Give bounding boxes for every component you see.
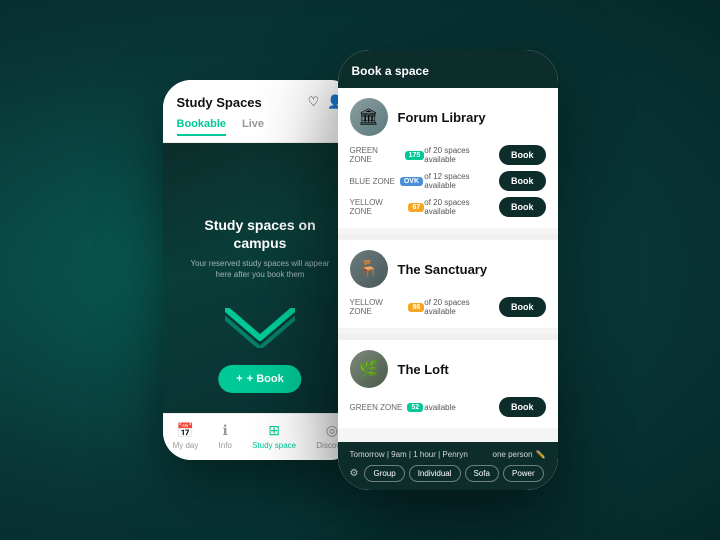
nav-my-day-label: My day [173,441,199,450]
spaces-list: 🏛 Forum Library GREEN ZONE 175 of 20 spa… [338,88,558,442]
zone-info: BLUE ZONE OVK [350,177,425,186]
booking-person: one person ✏️ [493,450,546,459]
forum-book-btn-1[interactable]: Book [499,145,546,165]
grid-icon: ⊞ [268,422,280,439]
filter-individual[interactable]: Individual [409,465,461,482]
loft-thumb: 🌿 [350,350,388,388]
front-header-title: Book a space [352,64,429,78]
heart-icon[interactable]: ♡ [308,94,320,110]
zone-label: GREEN ZONE [350,146,400,164]
hero-subtitle: Your reserved study spaces will appear h… [183,258,338,280]
space-card-sanctuary: 🪑 The Sanctuary YELLOW ZONE 96 of 20 spa… [338,240,558,328]
loft-zones: GREEN ZONE 52 available Book [338,394,558,428]
booking-person-label: one person [493,450,533,459]
zone-label: YELLOW ZONE [350,298,404,316]
space-card-loft: 🌿 The Loft GREEN ZONE 52 available Book [338,340,558,428]
loft-name: The Loft [398,362,449,377]
space-card-forum: 🏛 Forum Library GREEN ZONE 175 of 20 spa… [338,88,558,228]
chevron-icon [225,308,295,353]
zone-row: BLUE ZONE OVK of 12 spaces available Boo… [350,168,546,194]
forum-name: Forum Library [398,110,486,125]
forum-header: 🏛 Forum Library [338,88,558,142]
zone-row: GREEN ZONE 52 available Book [350,394,546,420]
booking-time: Tomorrow | 9am | 1 hour | Penryn [350,450,468,459]
zone-badge-green: 52 [407,403,423,412]
forum-book-btn-2[interactable]: Book [499,171,546,191]
sliders-icon: ⚙ [350,468,359,479]
forum-zones: GREEN ZONE 175 of 20 spaces available Bo… [338,142,558,228]
loft-header: 🌿 The Loft [338,340,558,394]
front-header: Book a space [338,50,558,88]
zone-info: YELLOW ZONE 67 [350,198,425,216]
zone-badge-yellow: 67 [408,203,424,212]
zone-row: YELLOW ZONE 67 of 20 spaces available Bo… [350,194,546,220]
zone-spaces: of 20 spaces available [424,146,499,164]
zone-row: GREEN ZONE 175 of 20 spaces available Bo… [350,142,546,168]
filter-tags: ⚙ Group Individual Sofa Power [350,465,546,482]
tab-bookable[interactable]: Bookable [177,118,227,136]
plus-icon: + [236,373,242,385]
phone-front: Book a space 🏛 Forum Library GREEN ZONE [338,50,558,490]
zone-spaces: available [424,403,499,412]
back-book-button[interactable]: + + Book [218,365,301,393]
zone-label: BLUE ZONE [350,177,395,186]
forum-book-btn-3[interactable]: Book [499,197,546,217]
zone-spaces: of 20 spaces available [424,198,499,216]
zone-label: GREEN ZONE [350,403,403,412]
nav-info[interactable]: ℹ Info [219,422,232,450]
calendar-icon: 📅 [177,422,194,439]
nav-study-space[interactable]: ⊞ Study space [252,422,296,450]
sanctuary-thumb: 🪑 [350,250,388,288]
back-tabs: Bookable Live [163,118,358,143]
filter-power[interactable]: Power [503,465,544,482]
zone-spaces: of 20 spaces available [424,298,499,316]
nav-study-label: Study space [252,441,296,450]
hero-title: Study spaces on campus [183,216,338,252]
filter-sofa[interactable]: Sofa [465,465,499,482]
back-book-label: + Book [247,373,284,385]
forum-thumb: 🏛 [350,98,388,136]
front-bottom-bar: Tomorrow | 9am | 1 hour | Penryn one per… [338,442,558,490]
back-bottom-nav: 📅 My day ℹ Info ⊞ Study space ◎ Discover [163,413,358,460]
zone-row: YELLOW ZONE 96 of 20 spaces available Bo… [350,294,546,320]
sanctuary-zones: YELLOW ZONE 96 of 20 spaces available Bo… [338,294,558,328]
edit-icon[interactable]: ✏️ [536,450,546,459]
zone-spaces: of 12 spaces available [424,172,499,190]
phone-back: Study Spaces ♡ 👤 Bookable Live Study spa… [163,80,358,460]
back-main-content: Study spaces on campus Your reserved stu… [163,143,358,413]
booking-info: Tomorrow | 9am | 1 hour | Penryn one per… [350,450,546,459]
discover-icon: ◎ [326,422,338,439]
info-icon: ℹ [223,422,228,439]
phones-container: Study Spaces ♡ 👤 Bookable Live Study spa… [163,50,558,490]
filter-group[interactable]: Group [364,465,404,482]
zone-badge-green: 175 [405,151,425,160]
zone-label: YELLOW ZONE [350,198,404,216]
nav-my-day[interactable]: 📅 My day [173,422,199,450]
back-app-title: Study Spaces [177,95,262,110]
zone-info: GREEN ZONE 52 [350,403,425,412]
tab-live[interactable]: Live [242,118,264,136]
sanctuary-book-btn[interactable]: Book [499,297,546,317]
zone-info: GREEN ZONE 175 [350,146,425,164]
zone-badge-yellow: 96 [408,303,424,312]
sanctuary-name: The Sanctuary [398,262,488,277]
zone-badge-blue: OVK [400,177,423,186]
loft-book-btn[interactable]: Book [499,397,546,417]
sanctuary-header: 🪑 The Sanctuary [338,240,558,294]
zone-info: YELLOW ZONE 96 [350,298,425,316]
back-header: Study Spaces ♡ 👤 [163,80,358,118]
nav-info-label: Info [219,441,232,450]
